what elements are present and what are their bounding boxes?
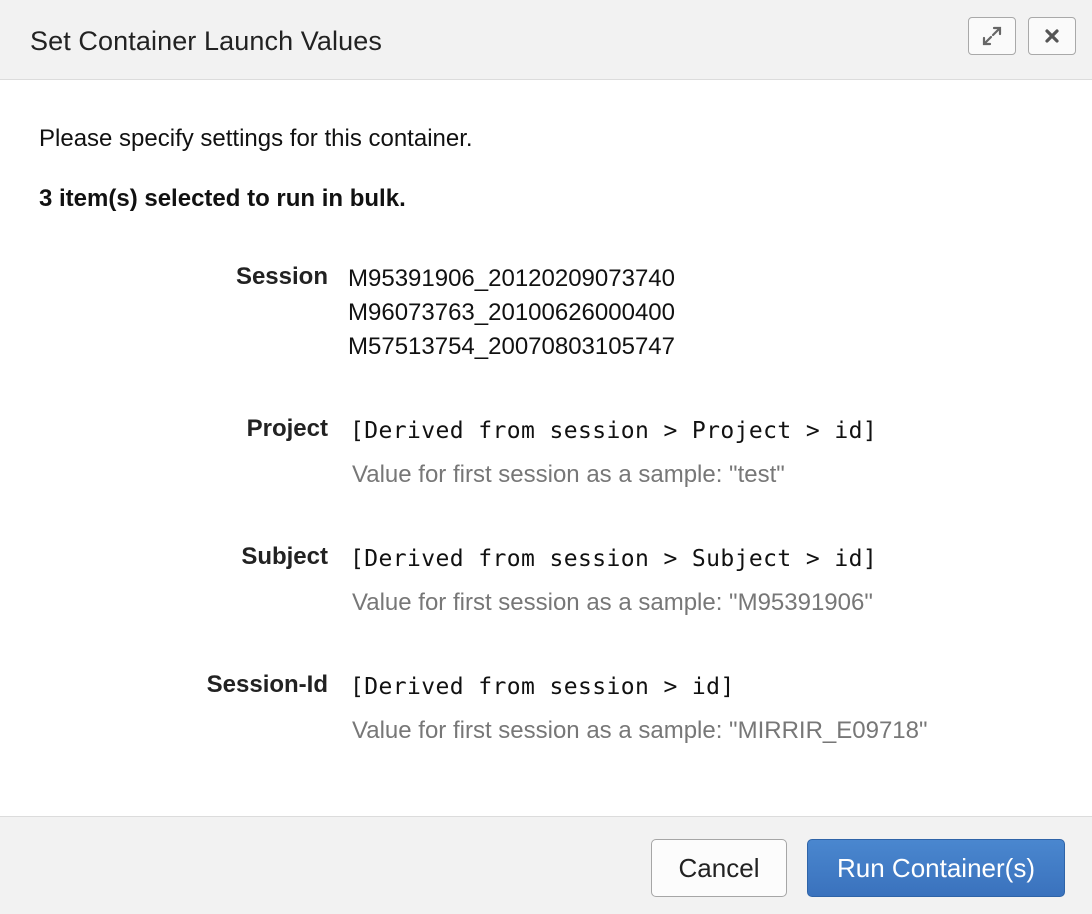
project-sample-hint: Value for first session as a sample: "te… [352, 461, 785, 488]
session-item: M57513754_20070803105747 [348, 333, 675, 360]
session-id-label: Session-Id [206, 671, 328, 698]
session-list: M95391906_20120209073740 M96073763_20100… [348, 262, 675, 364]
intro-text: Please specify settings for this contain… [39, 125, 473, 152]
session-item: M96073763_20100626000400 [348, 299, 675, 326]
project-label: Project [246, 415, 328, 442]
dialog-footer: Cancel Run Container(s) [0, 816, 1092, 914]
subject-derived-value: [Derived from session > Subject > id] [350, 546, 878, 572]
run-containers-button[interactable]: Run Container(s) [807, 839, 1065, 897]
cancel-button[interactable]: Cancel [651, 839, 787, 897]
session-id-derived-value: [Derived from session > id] [350, 674, 735, 700]
bulk-notice: 3 item(s) selected to run in bulk. [39, 185, 406, 212]
dialog-title: Set Container Launch Values [30, 26, 382, 56]
session-item: M95391906_20120209073740 [348, 265, 675, 292]
close-button[interactable] [1028, 17, 1076, 55]
close-icon [1045, 29, 1059, 43]
project-derived-value: [Derived from session > Project > id] [350, 418, 878, 444]
session-id-sample-hint: Value for first session as a sample: "MI… [352, 717, 928, 744]
subject-sample-hint: Value for first session as a sample: "M9… [352, 589, 873, 616]
maximize-icon [982, 26, 1002, 46]
dialog-header: Set Container Launch Values [0, 0, 1092, 80]
session-label: Session [235, 263, 328, 290]
launch-values-dialog: Set Container Launch Values Please speci… [0, 0, 1092, 914]
maximize-button[interactable] [968, 17, 1016, 55]
subject-label: Subject [241, 543, 328, 570]
